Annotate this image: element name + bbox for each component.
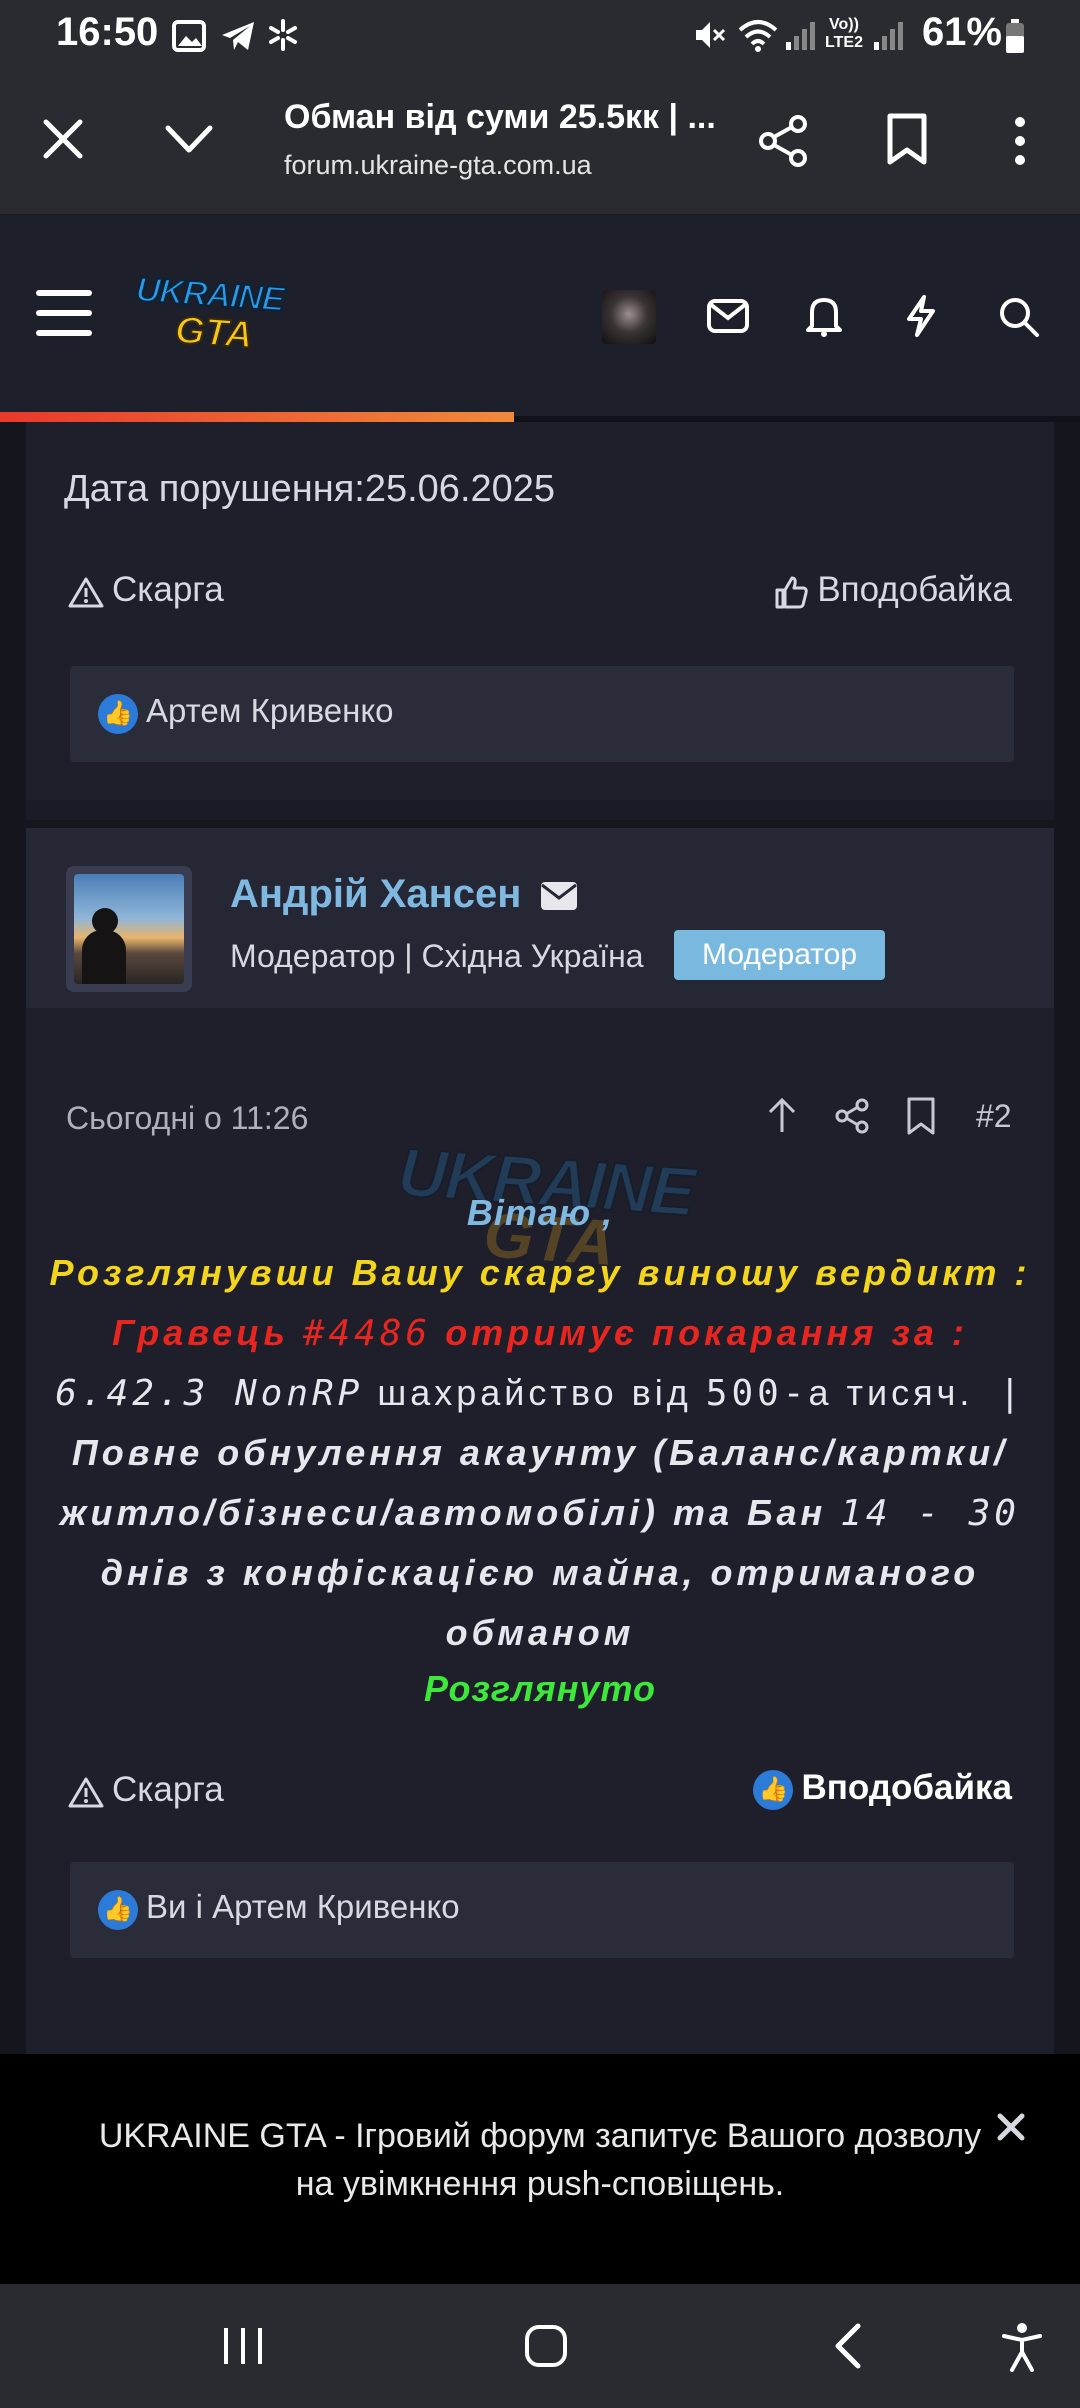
network-label: Vo)) LTE2 [825,16,863,51]
signal-icon [786,22,815,50]
battery-level: 61% [921,10,1002,54]
post-time[interactable]: Сьогодні о 11:26 [66,1100,308,1137]
post-punishment-line-1: Повне обнулення акаунту (Баланс/картки/ [71,1432,1009,1473]
share-icon[interactable] [756,114,810,168]
post-punishment-line-3: днів з конфіскацією майна, отриманого [100,1552,980,1593]
like-badge-icon: 👍 [753,1769,794,1810]
site-logo[interactable]: UKRAINE GTA [131,270,297,372]
rule-amount-unit: а тисяч. [808,1372,974,1413]
post-rule-line: 6.42.3 NonRP шахрайство від 500-а тисяч.… [0,1372,1080,1414]
report-link[interactable]: Скарга [68,570,224,610]
bookmark-icon[interactable] [886,112,928,166]
author-avatar[interactable] [66,866,192,992]
post-report-label: Скарга [112,1770,224,1809]
post-number[interactable]: #2 [976,1098,1012,1135]
rule-separator: | [973,1373,1025,1414]
telegram-icon [222,22,254,50]
like-label: Вподобайка [817,570,1012,609]
punishment-label: отримує покарання за : [431,1312,968,1353]
messages-icon[interactable] [706,298,750,334]
author-name[interactable]: Андрій Хансен [230,872,579,917]
back-icon[interactable] [832,2322,864,2370]
post-verdict-intro: Розглянувши Вашу скаргу виношу вердикт : [49,1252,1031,1293]
sparkle-icon [269,19,297,51]
post-report-link[interactable]: Скарга [68,1770,224,1810]
violation-date: Дата порушення:25.06.2025 [64,468,556,510]
post-punishment-line-4: обманом [445,1612,635,1653]
page-url[interactable]: forum.ukraine-gta.com.ua [284,150,592,181]
chevron-down-icon[interactable] [164,122,214,156]
forum-header: UKRAINE GTA [0,216,1080,422]
reaction-summary[interactable]: 👍 Артем Кривенко [70,666,1014,762]
share-post-icon[interactable] [834,1098,870,1134]
role-badge: Модератор [674,930,886,980]
post-reaction-summary[interactable]: 👍 Ви і Артем Кривенко [70,1862,1014,1958]
rule-code: 6.42.3 NonRP [55,1373,364,1414]
arrow-up-icon[interactable] [764,1096,800,1136]
post-punishment-line-2: житло/бізнеси/автомобілі) та Бан 14 - 30 [0,1492,1080,1534]
recent-apps-icon[interactable] [222,2324,264,2368]
rule-amount: 500- [705,1373,809,1414]
post-verdict-player: Гравець #4486 отримує покарання за : [0,1312,1080,1354]
bookmark-post-icon[interactable] [906,1096,936,1136]
post-like-link[interactable]: 👍 Вподобайка [753,1768,1012,1810]
gallery-icon [172,20,206,52]
like-link[interactable]: Вподобайка [773,570,1012,610]
like-badge-icon: 👍 [98,694,138,734]
user-avatar[interactable] [602,290,656,344]
post-author-header: Андрій Хансен Модератор | Східна Україна… [26,828,1054,1008]
status-time: 16:50 [56,10,159,54]
mute-icon [696,22,726,48]
push-permission-text: UKRAINE GTA - Ігровий форум запитує Вашо… [0,2112,1080,2208]
post-greeting: Вітаю , [466,1192,614,1233]
close-tab-icon[interactable] [42,118,84,160]
home-icon[interactable] [524,2324,568,2368]
search-icon[interactable] [998,296,1040,338]
warning-icon [68,1777,104,1808]
close-banner-icon[interactable] [996,2112,1026,2142]
envelope-icon[interactable] [539,880,579,912]
report-label: Скарга [112,570,224,609]
more-options-icon[interactable] [1010,114,1030,168]
post-divider [26,800,1054,820]
browser-toolbar: Обман від суми 25.5кк | ... forum.ukrain… [0,70,1080,216]
author-name-text: Андрій Хансен [230,872,522,916]
push-line-1: UKRAINE GTA - Ігровий форум запитує Вашо… [98,2117,982,2155]
player-label: Гравець [112,1312,303,1353]
author-title: Модератор | Східна Україна [230,938,644,974]
push-line-2: на увімкнення push-сповіщень. [295,2165,785,2203]
reaction-users: Артем Кривенко [146,692,394,729]
warning-icon [68,577,104,608]
page-progress-bar [0,412,514,422]
rule-desc: шахрайство від [363,1372,706,1413]
player-id: #4486 [302,1313,432,1354]
ban-duration: 14 - 30 [840,1493,1020,1534]
hamburger-menu-icon[interactable] [36,290,92,336]
wifi-icon [738,20,778,52]
post-like-label: Вподобайка [801,1768,1012,1807]
push-permission-banner: UKRAINE GTA - Ігровий форум запитує Вашо… [0,2054,1080,2284]
page-title[interactable]: Обман від суми 25.5кк | ... [284,98,714,137]
signal-icon-2 [874,22,903,50]
system-nav-bar [0,2284,1080,2408]
accessibility-icon[interactable] [1000,2322,1044,2372]
thumbs-up-icon [775,576,809,609]
like-badge-icon: 👍 [98,1890,138,1930]
logo-text-bottom: GTA [173,308,255,357]
battery-icon [1006,19,1024,53]
notifications-bell-icon[interactable] [804,294,844,338]
post-status: Розглянуто [424,1668,656,1709]
post-reaction-users: Ви і Артем Кривенко [146,1888,460,1925]
lightning-icon[interactable] [904,294,938,338]
status-bar: 16:50 Vo)) LTE2 61% [0,0,1080,70]
punishment-assets: житло/бізнеси/автомобілі) та Бан [60,1492,841,1533]
